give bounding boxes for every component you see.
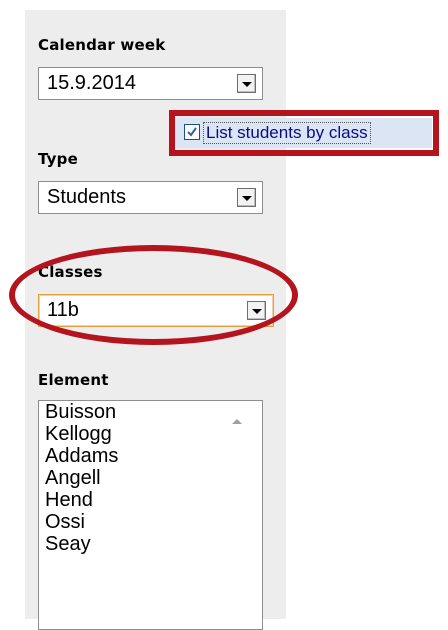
- classes-highlight-ellipse: [9, 245, 298, 345]
- type-select[interactable]: Students: [38, 181, 263, 214]
- scroll-up-icon[interactable]: [232, 419, 242, 424]
- type-value: Students: [47, 186, 126, 208]
- list-item[interactable]: Seay: [39, 533, 262, 555]
- calendar-week-value: 15.9.2014: [47, 72, 136, 94]
- calendar-week-select[interactable]: 15.9.2014: [38, 67, 263, 100]
- list-item[interactable]: Buisson: [39, 401, 262, 423]
- checkbox-highlight-box: [169, 110, 439, 156]
- list-item[interactable]: Addams: [39, 445, 262, 467]
- element-listbox[interactable]: Buisson Kellogg Addams Angell Hend Ossi …: [38, 400, 263, 630]
- element-label: Element: [38, 371, 109, 389]
- list-item[interactable]: Angell: [39, 467, 262, 489]
- calendar-week-label: Calendar week: [38, 36, 166, 54]
- list-item[interactable]: Ossi: [39, 511, 262, 533]
- list-item[interactable]: Kellogg: [39, 423, 262, 445]
- type-label: Type: [38, 150, 78, 168]
- chevron-down-icon[interactable]: [237, 74, 256, 93]
- list-item[interactable]: Hend: [39, 489, 262, 511]
- chevron-down-icon[interactable]: [237, 188, 256, 207]
